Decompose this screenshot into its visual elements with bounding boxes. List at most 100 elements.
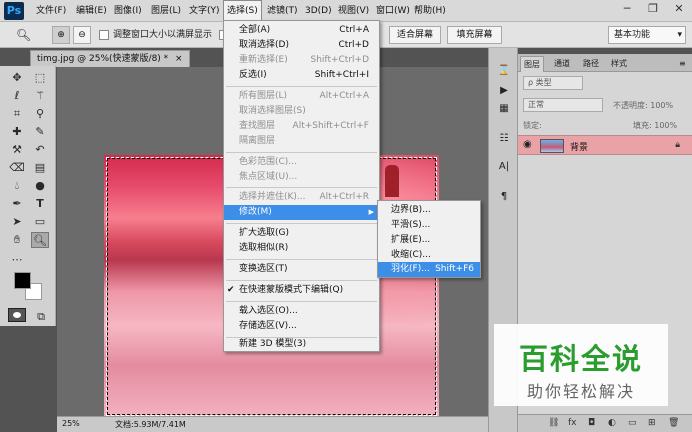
history-icon[interactable]: ⌛ bbox=[496, 64, 512, 78]
healing-brush-icon[interactable]: ✚ bbox=[8, 124, 26, 140]
type-tool-icon[interactable]: T bbox=[31, 196, 49, 212]
path-select-icon[interactable]: ➤ bbox=[8, 214, 26, 230]
menu-item-border[interactable]: 边界(B)... bbox=[378, 203, 480, 218]
shape-tool-icon[interactable]: ▭ bbox=[31, 214, 49, 230]
foreground-color-swatch[interactable] bbox=[14, 272, 31, 289]
menu-item-save-selection[interactable]: 存储选区(V)... bbox=[224, 319, 379, 334]
eyedropper-icon[interactable]: ⚲ bbox=[31, 106, 49, 122]
tab-paths[interactable]: 路径 bbox=[580, 56, 602, 72]
swatches-icon[interactable]: ▦ bbox=[496, 102, 512, 116]
blend-mode-select[interactable]: 正常 bbox=[523, 98, 603, 112]
menu-item-smooth[interactable]: 平滑(S)... bbox=[378, 218, 480, 233]
menu-item-modify[interactable]: 修改(M) ▶ bbox=[224, 205, 379, 220]
menu-item-load-selection[interactable]: 载入选区(O)... bbox=[224, 304, 379, 319]
menu-item-deselect-layers[interactable]: 取消选择图层(S) bbox=[224, 104, 379, 119]
menu-separator bbox=[226, 86, 377, 87]
quick-mask-icon[interactable] bbox=[8, 308, 26, 322]
eye-icon[interactable]: ◉ bbox=[523, 139, 532, 150]
zoom-level[interactable]: 25% bbox=[62, 419, 80, 428]
menu-item-grow[interactable]: 扩大选取(G) bbox=[224, 226, 379, 241]
hand-tool-icon[interactable]: ✋︎ bbox=[8, 232, 26, 248]
zoom-out-icon[interactable]: ⊖ bbox=[73, 26, 91, 44]
menu-item-transform-selection[interactable]: 变换选区(T) bbox=[224, 262, 379, 277]
submenu-arrow-icon: ▶ bbox=[368, 208, 374, 216]
opacity-label[interactable]: 不透明度: 100% bbox=[613, 100, 673, 111]
tab-channels[interactable]: 通道 bbox=[551, 56, 573, 72]
menu-file[interactable]: 文件(F) bbox=[33, 0, 69, 22]
menu-item-find-layers[interactable]: 查找图层 Alt+Shift+Ctrl+F bbox=[224, 119, 379, 134]
dodge-tool-icon[interactable]: ● bbox=[31, 178, 49, 194]
menu-help[interactable]: 帮助(H) bbox=[411, 0, 449, 22]
menu-select[interactable]: 选择(S) bbox=[223, 0, 262, 22]
menu-item-contract[interactable]: 收缩(C)... bbox=[378, 248, 480, 263]
fit-screen-button[interactable]: 适合屏幕 bbox=[389, 26, 441, 44]
magic-wand-icon[interactable]: ⚚ bbox=[31, 88, 49, 104]
trash-icon[interactable]: 🗑︎ bbox=[668, 418, 679, 428]
menu-layer[interactable]: 图层(L) bbox=[148, 0, 184, 22]
crop-tool-icon[interactable]: ⌗ bbox=[8, 106, 26, 122]
eraser-tool-icon[interactable]: ⌫ bbox=[8, 160, 26, 176]
menu-item-expand[interactable]: 扩展(E)... bbox=[378, 233, 480, 248]
workspace-select[interactable]: 基本功能 ▾ bbox=[608, 26, 686, 44]
gradient-tool-icon[interactable]: ▤ bbox=[31, 160, 49, 176]
layer-kind-filter[interactable]: ρ 类型 bbox=[523, 76, 583, 90]
lasso-tool-icon[interactable]: ℓ bbox=[8, 88, 26, 104]
menu-filter[interactable]: 滤镜(T) bbox=[264, 0, 301, 22]
mask-icon[interactable]: ◘ bbox=[588, 418, 595, 428]
resize-windows-checkbox[interactable] bbox=[99, 30, 109, 40]
new-layer-icon[interactable]: ⊞ bbox=[648, 418, 656, 428]
close-tab-icon[interactable]: × bbox=[175, 54, 183, 64]
menu-item-new-3d-model[interactable]: 新建 3D 模型(3) bbox=[224, 337, 379, 352]
watermark: 百科全说 助你轻松解决 bbox=[494, 324, 668, 406]
menu-item-deselect[interactable]: 取消选择(D) Ctrl+D bbox=[224, 38, 379, 53]
tab-layers[interactable]: 图层 bbox=[520, 56, 544, 72]
workspace-value: 基本功能 bbox=[614, 30, 651, 40]
history-brush-icon[interactable]: ↶ bbox=[31, 142, 49, 158]
menu-item-color-range[interactable]: 色彩范围(C)... bbox=[224, 155, 379, 170]
menu-item-quick-mask[interactable]: ✔ 在快速蒙版模式下编辑(Q) bbox=[224, 283, 379, 298]
menu-type[interactable]: 文字(Y) bbox=[186, 0, 223, 22]
menu-item-isolate-layers[interactable]: 隔离图层 bbox=[224, 134, 379, 149]
clone-stamp-icon[interactable]: ⚒ bbox=[8, 142, 26, 158]
menu-item-all-layers[interactable]: 所有图层(L) Alt+Ctrl+A bbox=[224, 89, 379, 104]
menu-item-reselect[interactable]: 重新选择(E) Shift+Ctrl+D bbox=[224, 53, 379, 68]
marquee-tool-icon[interactable]: ⬚ bbox=[31, 70, 49, 86]
menu-view[interactable]: 视图(V) bbox=[335, 0, 372, 22]
brush-tool-icon[interactable]: ✎ bbox=[31, 124, 49, 140]
menu-3d[interactable]: 3D(D) bbox=[302, 0, 335, 22]
menu-edit[interactable]: 编辑(E) bbox=[73, 0, 110, 22]
fx-icon[interactable]: fx bbox=[568, 418, 577, 428]
character-icon[interactable]: A| bbox=[496, 160, 512, 174]
menu-item-all[interactable]: 全部(A) Ctrl+A bbox=[224, 23, 379, 38]
fill-label[interactable]: 填充: 100% bbox=[633, 120, 677, 131]
menu-window[interactable]: 窗口(W) bbox=[373, 0, 413, 22]
menu-item-feather[interactable]: 羽化(F)... Shift+F6 bbox=[378, 262, 480, 277]
screen-mode-icon[interactable]: ⧉ bbox=[32, 309, 50, 325]
menu-image[interactable]: 图像(I) bbox=[111, 0, 145, 22]
adjustment-icon[interactable]: ◐ bbox=[608, 418, 616, 428]
document-tab[interactable]: timg.jpg @ 25%(快速蒙版/8) * × bbox=[30, 50, 190, 67]
properties-icon[interactable]: ☷ bbox=[496, 132, 512, 146]
zoom-tool-icon[interactable]: 🔍︎ bbox=[31, 232, 49, 248]
menu-item-similar[interactable]: 选取相似(R) bbox=[224, 241, 379, 256]
tab-styles[interactable]: 样式 bbox=[608, 56, 630, 72]
link-icon[interactable]: ⛓ bbox=[548, 418, 559, 428]
menu-item-inverse[interactable]: 反选(I) Shift+Ctrl+I bbox=[224, 68, 379, 83]
paragraph-icon[interactable]: ¶ bbox=[496, 190, 512, 204]
panel-menu-icon[interactable]: ≡ bbox=[676, 56, 689, 72]
restore-icon[interactable]: ❐ bbox=[640, 0, 666, 18]
folder-icon[interactable]: ▭ bbox=[628, 418, 637, 428]
actions-play-icon[interactable]: ▶ bbox=[496, 84, 512, 98]
layer-row-background[interactable]: ◉ 背景 🔒︎ bbox=[518, 135, 692, 155]
minimize-icon[interactable]: ─ bbox=[614, 0, 640, 18]
zoom-in-icon[interactable]: ⊕ bbox=[52, 26, 70, 44]
move-tool-icon[interactable]: ✥ bbox=[8, 70, 26, 86]
edit-toolbar-icon[interactable]: ⋯ bbox=[8, 252, 26, 268]
menu-item-select-and-mask[interactable]: 选择并遮住(K)... Alt+Ctrl+R bbox=[224, 190, 379, 205]
fill-screen-button[interactable]: 填充屏幕 bbox=[447, 26, 502, 44]
menu-item-focus-area[interactable]: 焦点区域(U)... bbox=[224, 170, 379, 185]
close-icon[interactable]: ✕ bbox=[666, 0, 692, 18]
zoom-tool-icon[interactable]: 🔍︎ bbox=[16, 26, 31, 44]
blur-tool-icon[interactable]: 💧︎ bbox=[8, 178, 26, 194]
pen-tool-icon[interactable]: ✒ bbox=[8, 196, 26, 212]
